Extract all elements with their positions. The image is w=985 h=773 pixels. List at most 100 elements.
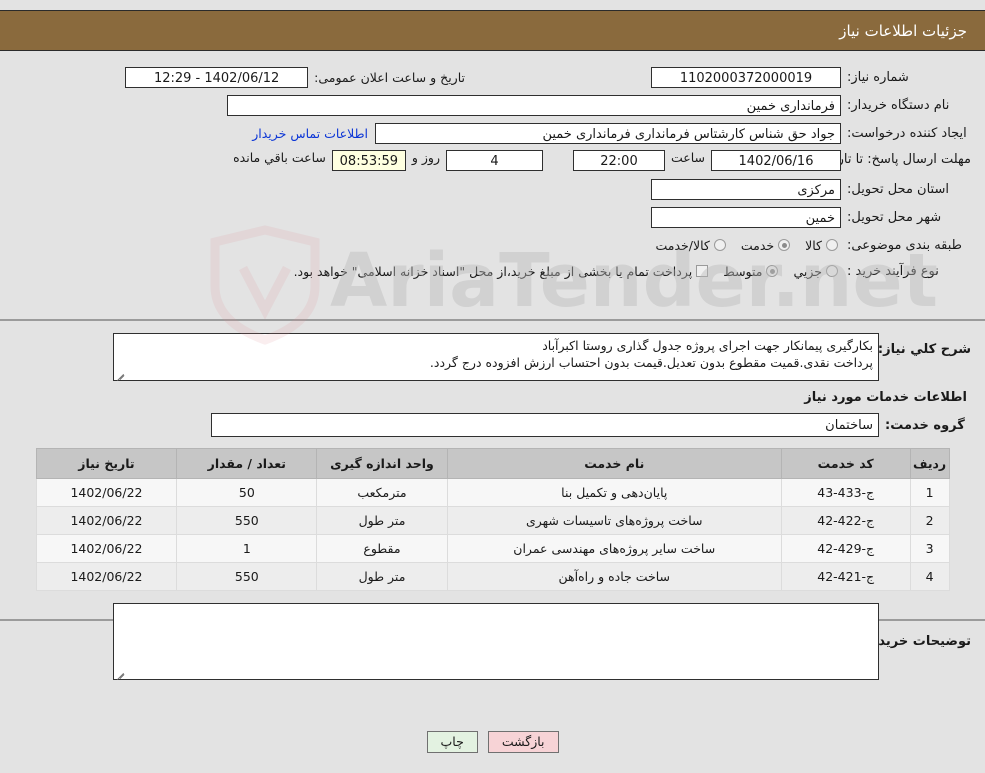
buyer-notes-textarea[interactable] <box>113 603 879 681</box>
row-buyer-org: نام دستگاه خریدار: فرمانداری خمین <box>14 94 971 116</box>
public-announce-label: تاریخ و ساعت اعلان عمومی: <box>314 69 465 85</box>
deadline-date-field[interactable]: 1402/06/16 <box>711 150 841 171</box>
services-section-title: اطلاعات خدمات مورد نیاز <box>804 390 967 405</box>
resize-grip-icon[interactable] <box>116 370 125 382</box>
need-number-label: شماره نیاز: <box>847 69 909 85</box>
cell-date: 1402/06/22 <box>35 562 178 591</box>
cell-radif: 1 <box>909 478 950 507</box>
cell-code: ج-433-43 <box>780 478 911 507</box>
radio-category-goods-service-label: کالا/خدمت <box>655 237 710 253</box>
cell-code: ج-422-42 <box>780 506 911 535</box>
row-city: شهر محل تحویل: خمین <box>14 206 971 228</box>
cell-name: پایان‌دهی و تکمیل بنا <box>446 478 782 507</box>
back-button[interactable]: بازگشت <box>487 731 559 753</box>
cell-code: ج-421-42 <box>780 562 911 591</box>
row-need-number: شماره نیاز: 1102000372000019 تاریخ و ساع… <box>14 66 971 88</box>
services-table: ردیف کد خدمت نام خدمت واحد اندازه گیری ت… <box>35 448 950 591</box>
resize-grip-icon[interactable] <box>116 669 125 681</box>
row-category: طبقه بندی موضوعی: کالا خدمت کالا/خدمت <box>14 234 971 256</box>
radio-category-goods-service[interactable] <box>713 239 726 251</box>
need-info-panel: شماره نیاز: 1102000372000019 تاریخ و ساع… <box>0 52 985 321</box>
process-label: نوع فرآیند خرید : <box>847 263 939 279</box>
row-process-type: نوع فرآیند خرید : جزیي متوسط پرداخت تمام… <box>14 260 971 282</box>
creator-field[interactable]: جواد حق شناس کارشتاس فرمانداری فرمانداری… <box>375 122 841 144</box>
cell-unit: مقطوع <box>316 534 448 563</box>
page-header: جزئیات اطلاعات نیاز <box>0 10 985 51</box>
table-header-row: ردیف کد خدمت نام خدمت واحد اندازه گیری ت… <box>35 448 950 479</box>
cell-qty: 550 <box>176 506 318 535</box>
cell-date: 1402/06/22 <box>35 478 178 507</box>
cell-date: 1402/06/22 <box>35 534 178 563</box>
radio-process-minor-label: جزیي <box>793 263 822 279</box>
table-row: 4 ج-421-42 ساخت جاده و راه‌آهن متر طول 5… <box>35 562 950 591</box>
cell-date: 1402/06/22 <box>35 506 178 535</box>
row-creator: ایجاد کننده درخواست: جواد حق شناس کارشتا… <box>14 122 971 144</box>
description-textarea[interactable]: بکارگیری پیمانکار جهت اجرای پروژه جدول گ… <box>113 333 879 382</box>
radio-process-medium[interactable] <box>766 265 779 277</box>
city-field[interactable]: خمین <box>651 206 841 228</box>
th-qty: تعداد / مقدار <box>176 448 318 479</box>
radio-process-minor[interactable] <box>826 265 838 277</box>
row-buyer-notes: توضیحات خریدار: <box>14 603 971 681</box>
public-announce-field[interactable]: 12:29 - 1402/06/12 <box>125 66 309 88</box>
deadline-label-text: مهلت ارسال پاسخ: تا تاریخ: <box>821 152 971 167</box>
cell-name: ساخت جاده و راه‌آهن <box>446 562 782 591</box>
th-name: نام خدمت <box>446 448 782 479</box>
radio-category-service-label: خدمت <box>740 237 775 253</box>
cell-unit: مترمکعب <box>316 478 448 507</box>
province-field[interactable]: مرکزی <box>651 178 841 200</box>
city-label: شهر محل تحویل: <box>847 209 942 225</box>
deadline-label: مهلت ارسال پاسخ: تا تاریخ: <box>821 150 971 168</box>
cell-radif: 2 <box>909 506 950 535</box>
footer-actions: بازگشت چاپ <box>0 722 985 773</box>
description-line-2: پرداخت نقدی.قمیت مقطوع بدون تعدیل.قیمت ب… <box>429 355 873 370</box>
th-unit: واحد اندازه گیری <box>316 448 448 479</box>
need-number-field[interactable]: 1102000372000019 <box>651 66 841 88</box>
remaining-days-field[interactable]: 4 <box>445 150 543 171</box>
days-label: روز و <box>411 150 440 165</box>
buyer-contact-link[interactable]: اطلاعات تماس خریدار <box>245 126 375 141</box>
cell-unit: متر طول <box>316 562 448 591</box>
page-title: جزئیات اطلاعات نیاز <box>839 21 967 40</box>
radio-category-goods[interactable] <box>826 239 838 251</box>
cell-qty: 50 <box>176 478 318 507</box>
table-row: 1 ج-433-43 پایان‌دهی و تکمیل بنا مترمکعب… <box>35 478 950 507</box>
deadline-time-field[interactable]: 22:00 <box>572 150 665 171</box>
buyer-notes-label: توضیحات خریدار: <box>861 634 971 649</box>
remaining-label: ساعت باقي مانده <box>233 150 326 165</box>
th-code: کد خدمت <box>780 448 911 479</box>
th-date: تاریخ نیاز <box>35 448 178 479</box>
radio-category-goods-label: کالا <box>805 237 822 253</box>
th-radif: ردیف <box>909 448 950 479</box>
cell-radif: 4 <box>909 562 950 591</box>
buyer-org-field[interactable]: فرمانداری خمین <box>227 94 841 116</box>
buyer-org-label: نام دستگاه خریدار: <box>847 97 950 113</box>
row-deadline: مهلت ارسال پاسخ: تا تاریخ: 1402/06/16 سا… <box>14 150 971 172</box>
service-group-field[interactable]: ساختمان <box>211 413 879 437</box>
checkbox-treasury-docs-label: پرداخت تمام یا بخشی از مبلغ خرید،از محل … <box>293 263 693 279</box>
service-group-label: گروه خدمت: <box>885 417 965 433</box>
description-label: شرح کلي نیاز: <box>877 342 971 357</box>
cell-code: ج-429-42 <box>780 534 911 563</box>
table-row: 2 ج-422-42 ساخت پروژه‌های تاسیسات شهری م… <box>35 506 950 535</box>
cell-qty: 1 <box>176 534 318 563</box>
creator-label: ایجاد کننده درخواست: <box>847 125 967 141</box>
cell-unit: متر طول <box>316 506 448 535</box>
province-label: استان محل تحویل: <box>847 181 949 197</box>
remaining-time-field: 08:53:59 <box>331 150 406 171</box>
checkbox-treasury-docs[interactable] <box>696 265 709 277</box>
cell-name: ساخت پروژه‌های تاسیسات شهری <box>446 506 782 535</box>
description-line-1: بکارگیری پیمانکار جهت اجرای پروژه جدول گ… <box>542 338 873 353</box>
table-row: 3 ج-429-42 ساخت سایر پروژه‌های مهندسی عم… <box>35 534 950 563</box>
page-root: جزئیات اطلاعات نیاز شماره نیاز: 11020003… <box>0 0 985 773</box>
services-panel: شرح کلي نیاز: بکارگیری پیمانکار جهت اجرا… <box>0 323 985 681</box>
radio-category-service[interactable] <box>778 239 791 251</box>
row-province: استان محل تحویل: مرکزی <box>14 178 971 200</box>
cell-name: ساخت سایر پروژه‌های مهندسی عمران <box>446 534 782 563</box>
hour-label: ساعت <box>670 150 705 165</box>
cell-qty: 550 <box>176 562 318 591</box>
cell-radif: 3 <box>909 534 950 563</box>
category-label: طبقه بندی موضوعی: <box>847 237 963 253</box>
radio-process-medium-label: متوسط <box>723 263 763 279</box>
print-button[interactable]: چاپ <box>426 731 478 753</box>
